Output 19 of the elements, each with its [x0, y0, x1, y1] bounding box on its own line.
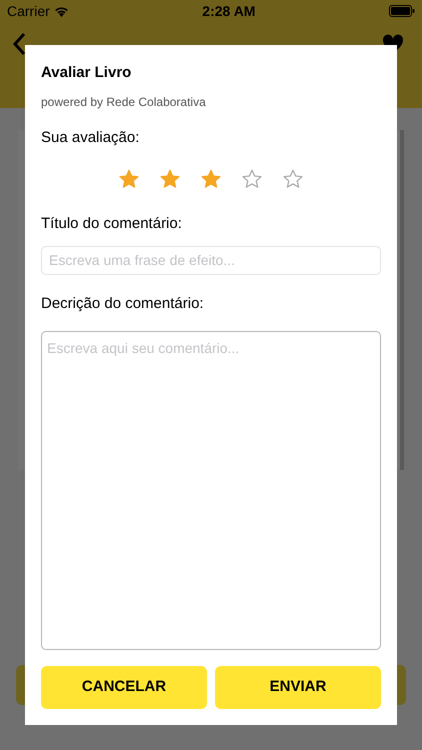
carrier-label: Carrier [7, 2, 50, 20]
battery-icon [388, 5, 415, 17]
clock: 2:28 AM [202, 2, 256, 20]
filled-star-icon[interactable] [200, 168, 222, 190]
dialog-title: Avaliar Livro [41, 63, 132, 83]
comment-description-field[interactable]: Escreva aqui seu comentário... [41, 330, 381, 650]
rating-label: Sua avaliação: [41, 128, 140, 148]
filled-star-icon[interactable] [118, 168, 140, 190]
comment-title-field[interactable]: Escreva uma frase de efeito... [41, 246, 381, 276]
dialog-subtitle: powered by Rede Colaborativa [41, 94, 207, 110]
wifi-icon [54, 6, 69, 16]
field-label: Decrição do comentário: [41, 294, 205, 314]
empty-star-icon[interactable] [282, 168, 304, 190]
empty-star-icon[interactable] [241, 168, 263, 190]
back-chevron-icon[interactable] [12, 32, 26, 56]
filled-star-icon[interactable] [159, 168, 181, 190]
field-label: Título do comentário: [41, 214, 183, 234]
send-button[interactable]: ENVIAR [215, 666, 381, 709]
cancel-button[interactable]: CANCELAR [41, 666, 207, 709]
